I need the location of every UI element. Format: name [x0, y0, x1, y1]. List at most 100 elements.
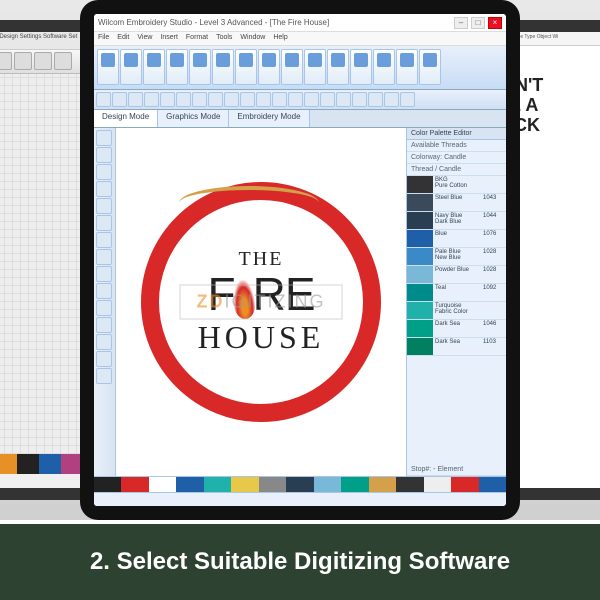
close-button[interactable]: ×	[488, 17, 502, 29]
tab-embroidery-mode[interactable]: Embroidery Mode	[229, 110, 309, 127]
thread-row[interactable]: Dark Sea1046	[407, 320, 506, 338]
toolbar-button[interactable]	[96, 92, 111, 107]
ribbon-button[interactable]	[235, 49, 257, 85]
swatch[interactable]	[204, 477, 231, 492]
toolbar-button[interactable]	[288, 92, 303, 107]
menu-edit[interactable]: Edit	[117, 34, 129, 43]
tool-icon[interactable]	[96, 334, 112, 350]
menu-help[interactable]: Help	[273, 34, 287, 43]
swatch[interactable]	[176, 477, 203, 492]
thread-row[interactable]: Dark Sea1103	[407, 338, 506, 356]
toolbar-button[interactable]	[240, 92, 255, 107]
ribbon-button[interactable]	[258, 49, 280, 85]
toolbar-button[interactable]	[400, 92, 415, 107]
tab-design-mode[interactable]: Design Mode	[94, 110, 158, 127]
ribbon-button[interactable]	[350, 49, 372, 85]
toolbar-button[interactable]	[304, 92, 319, 107]
maximize-button[interactable]: □	[471, 17, 485, 29]
menu-insert[interactable]: Insert	[160, 34, 178, 43]
toolbar-button[interactable]	[176, 92, 191, 107]
ribbon-button[interactable]	[304, 49, 326, 85]
ribbon-button[interactable]	[327, 49, 349, 85]
design-canvas[interactable]: THE FRE HOUSE ZDIGITIZING	[116, 128, 406, 476]
ribbon-button[interactable]	[189, 49, 211, 85]
thread-swatch[interactable]	[407, 176, 433, 193]
thread-swatch[interactable]	[407, 302, 433, 319]
tool-icon[interactable]	[96, 232, 112, 248]
tool-icon[interactable]	[96, 351, 112, 367]
thread-row[interactable]: Powder Blue1028	[407, 266, 506, 284]
thread-swatch[interactable]	[407, 284, 433, 301]
toolbar-button[interactable]	[144, 92, 159, 107]
minimize-button[interactable]: –	[454, 17, 468, 29]
thread-swatch[interactable]	[407, 338, 433, 355]
tool-icon[interactable]	[96, 147, 112, 163]
tab-graphics-mode[interactable]: Graphics Mode	[158, 110, 229, 127]
colorway-label[interactable]: Colorway: Candle	[407, 152, 506, 164]
toolbar-button[interactable]	[160, 92, 175, 107]
tool-icon[interactable]	[96, 266, 112, 282]
tool-icon[interactable]	[96, 283, 112, 299]
toolbar-button[interactable]	[368, 92, 383, 107]
swatch[interactable]	[286, 477, 313, 492]
ribbon-button[interactable]	[373, 49, 395, 85]
swatch[interactable]	[39, 454, 61, 474]
swatch[interactable]	[424, 477, 451, 492]
swatch[interactable]	[94, 477, 121, 492]
tool-icon[interactable]	[96, 181, 112, 197]
toolbar-button[interactable]	[384, 92, 399, 107]
ribbon-button[interactable]	[120, 49, 142, 85]
thread-row[interactable]: Teal1092	[407, 284, 506, 302]
toolbar-button[interactable]	[336, 92, 351, 107]
thread-swatch[interactable]	[407, 212, 433, 229]
swatch[interactable]	[0, 454, 17, 474]
swatch[interactable]	[259, 477, 286, 492]
swatch[interactable]	[149, 477, 176, 492]
thread-list[interactable]: BKGPure CottonSteel Blue1043Navy BlueDar…	[407, 176, 506, 464]
swatch[interactable]	[231, 477, 258, 492]
thread-swatch[interactable]	[407, 248, 433, 265]
tool-icon[interactable]	[34, 52, 52, 70]
toolbar-button[interactable]	[128, 92, 143, 107]
thread-swatch[interactable]	[407, 266, 433, 283]
thread-row[interactable]: Steel Blue1043	[407, 194, 506, 212]
toolbar-button[interactable]	[352, 92, 367, 107]
tool-icon[interactable]	[96, 317, 112, 333]
thread-row[interactable]: TurquoiseFabric Color	[407, 302, 506, 320]
tool-icon[interactable]	[0, 52, 12, 70]
thread-row[interactable]: Pale BlueNew Blue1028	[407, 248, 506, 266]
swatch[interactable]	[314, 477, 341, 492]
toolbar-button[interactable]	[112, 92, 127, 107]
tool-icon[interactable]	[96, 300, 112, 316]
tool-icon[interactable]	[54, 52, 72, 70]
tool-icon[interactable]	[96, 249, 112, 265]
swatch[interactable]	[341, 477, 368, 492]
swatch[interactable]	[17, 454, 39, 474]
menu-window[interactable]: Window	[240, 34, 265, 43]
ribbon-button[interactable]	[396, 49, 418, 85]
tool-icon[interactable]	[96, 198, 112, 214]
toolbar-button[interactable]	[272, 92, 287, 107]
tool-icon[interactable]	[96, 164, 112, 180]
thread-swatch[interactable]	[407, 230, 433, 247]
ribbon-button[interactable]	[419, 49, 441, 85]
swatch[interactable]	[121, 477, 148, 492]
ribbon-button[interactable]	[212, 49, 234, 85]
menu-view[interactable]: View	[137, 34, 152, 43]
ribbon-button[interactable]	[97, 49, 119, 85]
toolbar-button[interactable]	[256, 92, 271, 107]
toolbar-button[interactable]	[320, 92, 335, 107]
tool-icon[interactable]	[96, 130, 112, 146]
thread-row[interactable]: Navy BlueDark Blue1044	[407, 212, 506, 230]
thread-swatch[interactable]	[407, 320, 433, 337]
thread-swatch[interactable]	[407, 194, 433, 211]
ribbon-button[interactable]	[281, 49, 303, 85]
thread-row[interactable]: BKGPure Cotton	[407, 176, 506, 194]
toolbar-button[interactable]	[224, 92, 239, 107]
thread-row[interactable]: Blue1076	[407, 230, 506, 248]
menu-format[interactable]: Format	[186, 34, 208, 43]
ribbon-button[interactable]	[143, 49, 165, 85]
menu-file[interactable]: File	[98, 34, 109, 43]
toolbar-button[interactable]	[192, 92, 207, 107]
bottom-color-palette[interactable]	[94, 476, 506, 492]
